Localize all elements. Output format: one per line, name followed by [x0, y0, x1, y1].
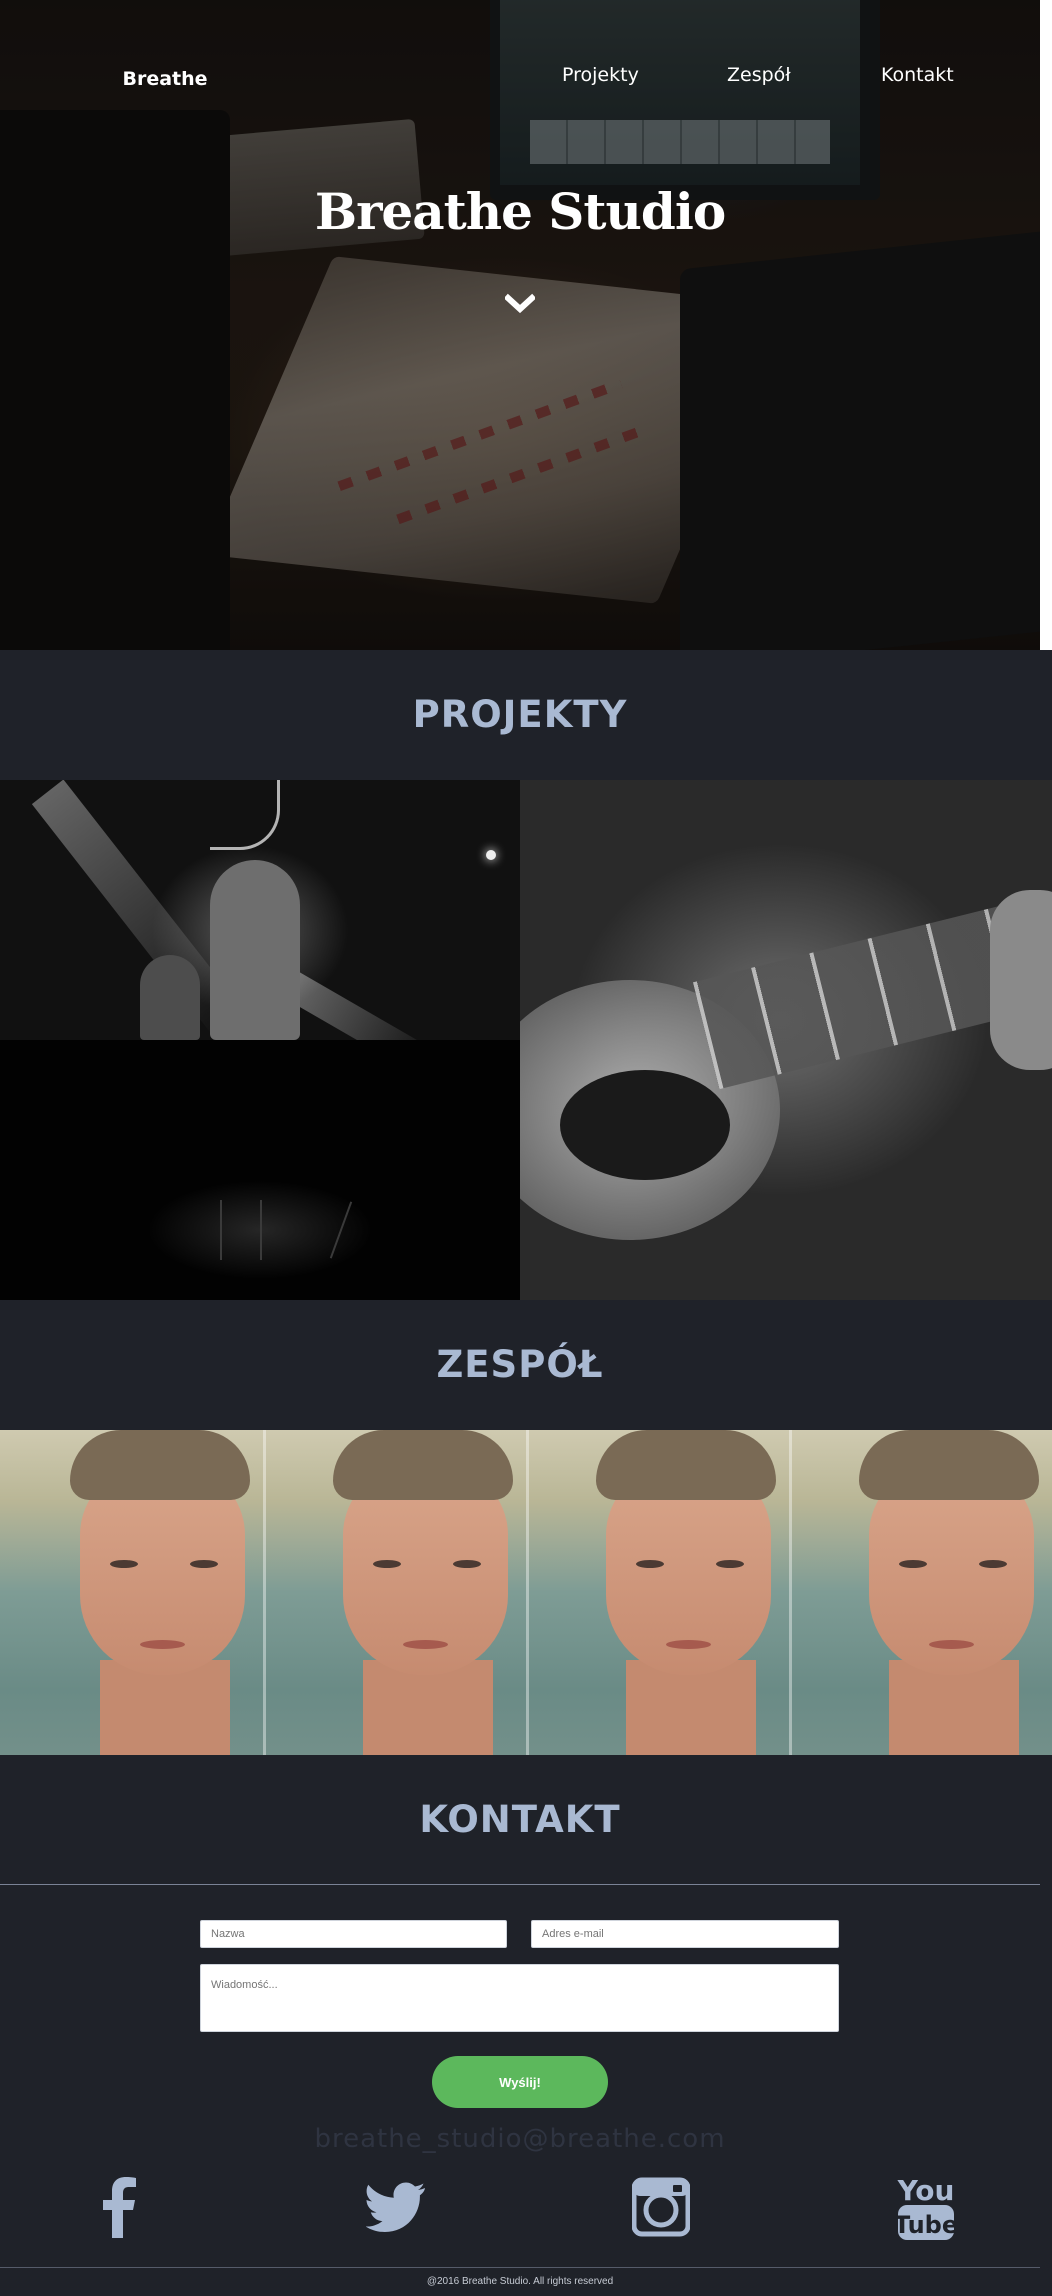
twitter-icon[interactable] [366, 2176, 426, 2238]
photo-divider [789, 1430, 792, 1755]
photo-hair [859, 1430, 1039, 1500]
instagram-icon[interactable] [632, 2176, 690, 2238]
photo-mouth [403, 1640, 448, 1649]
youtube-icon-label-top: You [897, 2174, 955, 2207]
team-member-photo[interactable] [789, 1430, 1052, 1755]
photo-divider [526, 1430, 529, 1755]
email-field[interactable] [531, 1920, 839, 1948]
hero-overlay [0, 0, 1040, 650]
name-field[interactable] [200, 1920, 507, 1948]
nav-link-projekty[interactable]: Projekty [562, 64, 639, 86]
footer-copyright: @2016 Breathe Studio. All rights reserve… [426, 2276, 614, 2287]
nav-link-kontakt[interactable]: Kontakt [881, 64, 954, 86]
photo-divider [263, 1430, 266, 1755]
photo-mic-stand [260, 1200, 262, 1260]
projects-heading: PROJEKTY [412, 693, 628, 736]
photo-singer [210, 860, 300, 1040]
team-member-photo[interactable] [263, 1430, 526, 1755]
photo-eye [373, 1560, 401, 1568]
contact-divider [0, 1884, 1040, 1885]
nav-link-zespol[interactable]: Zespół [727, 64, 791, 86]
team-member-photo[interactable] [0, 1430, 263, 1755]
photo-hair [333, 1430, 513, 1500]
message-field[interactable] [200, 1964, 839, 2032]
project-tile-concert[interactable] [0, 780, 520, 1040]
team-heading: ZESPÓŁ [436, 1343, 604, 1386]
photo-eye [636, 1560, 664, 1568]
photo-eye [979, 1560, 1007, 1568]
footer-divider [0, 2267, 1040, 2268]
project-tile-guitar[interactable] [520, 780, 1052, 1300]
team-gallery [0, 1430, 1052, 1755]
photo-mouth [929, 1640, 974, 1649]
photo-keyboardist [140, 955, 200, 1040]
photo-hand [990, 890, 1052, 1070]
photo-mouth [666, 1640, 711, 1649]
team-member-photo[interactable] [526, 1430, 789, 1755]
photo-eye [453, 1560, 481, 1568]
page-edge-strip [1040, 0, 1052, 650]
contact-email-text: breathe_studio@breathe.com [314, 2124, 726, 2154]
projects-gallery [0, 780, 1052, 1300]
photo-hair [596, 1430, 776, 1500]
hero-title: Breathe Studio [314, 182, 726, 241]
nav-brand-link[interactable]: Breathe [110, 68, 220, 90]
photo-stage-light [486, 850, 496, 860]
youtube-icon-label-bottom: Tube [896, 2211, 956, 2239]
photo-mouth [140, 1640, 185, 1649]
project-tile-stage[interactable] [0, 1040, 520, 1300]
photo-guitar-pickguard [560, 1070, 730, 1180]
send-button[interactable]: Wyślij! [432, 2056, 608, 2108]
facebook-icon[interactable] [100, 2176, 142, 2238]
hero-section: Breathe Projekty Zespół Kontakt Breathe … [0, 0, 1040, 650]
contact-heading: KONTAKT [419, 1798, 621, 1841]
photo-hair [70, 1430, 250, 1500]
photo-eye [899, 1560, 927, 1568]
photo-eye [110, 1560, 138, 1568]
chevron-down-icon[interactable] [505, 292, 535, 316]
photo-mic-stand [220, 1200, 222, 1260]
photo-neon-sign [210, 780, 280, 850]
photo-eye [190, 1560, 218, 1568]
youtube-icon[interactable]: You Tube [896, 2172, 956, 2242]
photo-mic-stand [329, 1201, 353, 1259]
photo-eye [716, 1560, 744, 1568]
